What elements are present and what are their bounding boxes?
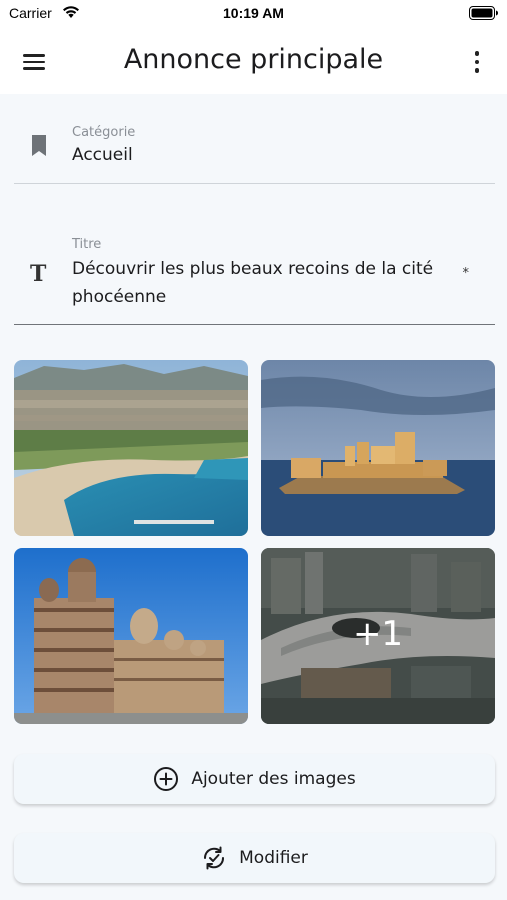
- status-bar: Carrier 10:19 AM: [0, 0, 507, 32]
- text-icon: T: [30, 261, 47, 287]
- title-label: Titre: [72, 237, 102, 252]
- required-mark: *: [462, 266, 470, 281]
- title-value[interactable]: Découvrir les plus beaux recoins de la c…: [72, 255, 442, 311]
- app-bar: Annonce principale: [0, 32, 507, 94]
- photo-beach[interactable]: [14, 360, 248, 536]
- more-vertical-icon[interactable]: [465, 48, 489, 76]
- sync-check-icon: [204, 846, 225, 870]
- page-title: Annonce principale: [123, 44, 384, 75]
- battery-icon: [469, 6, 498, 20]
- title-underline: [14, 323, 495, 325]
- add-circle-icon: [154, 767, 179, 791]
- photo-fortress[interactable]: [261, 360, 495, 536]
- category-field[interactable]: Catégorie Accueil: [14, 122, 495, 184]
- edit-button[interactable]: Modifier: [14, 833, 495, 883]
- status-time: 10:19 AM: [223, 5, 284, 21]
- photo-stadium[interactable]: +1: [261, 548, 495, 724]
- content-area: Catégorie Accueil T Titre Découvrir les …: [0, 94, 507, 900]
- category-divider: [14, 183, 495, 184]
- add-images-label: Ajouter des images: [191, 769, 356, 789]
- title-field[interactable]: T Titre Découvrir les plus beaux recoins…: [14, 234, 495, 325]
- category-label: Catégorie: [72, 125, 136, 140]
- add-images-button[interactable]: Ajouter des images: [14, 754, 495, 804]
- edit-label: Modifier: [239, 848, 308, 868]
- category-value: Accueil: [72, 145, 133, 165]
- photo-cathedral[interactable]: [14, 548, 248, 724]
- extra-photos-count: +1: [352, 614, 404, 654]
- bookmark-icon: [32, 135, 46, 156]
